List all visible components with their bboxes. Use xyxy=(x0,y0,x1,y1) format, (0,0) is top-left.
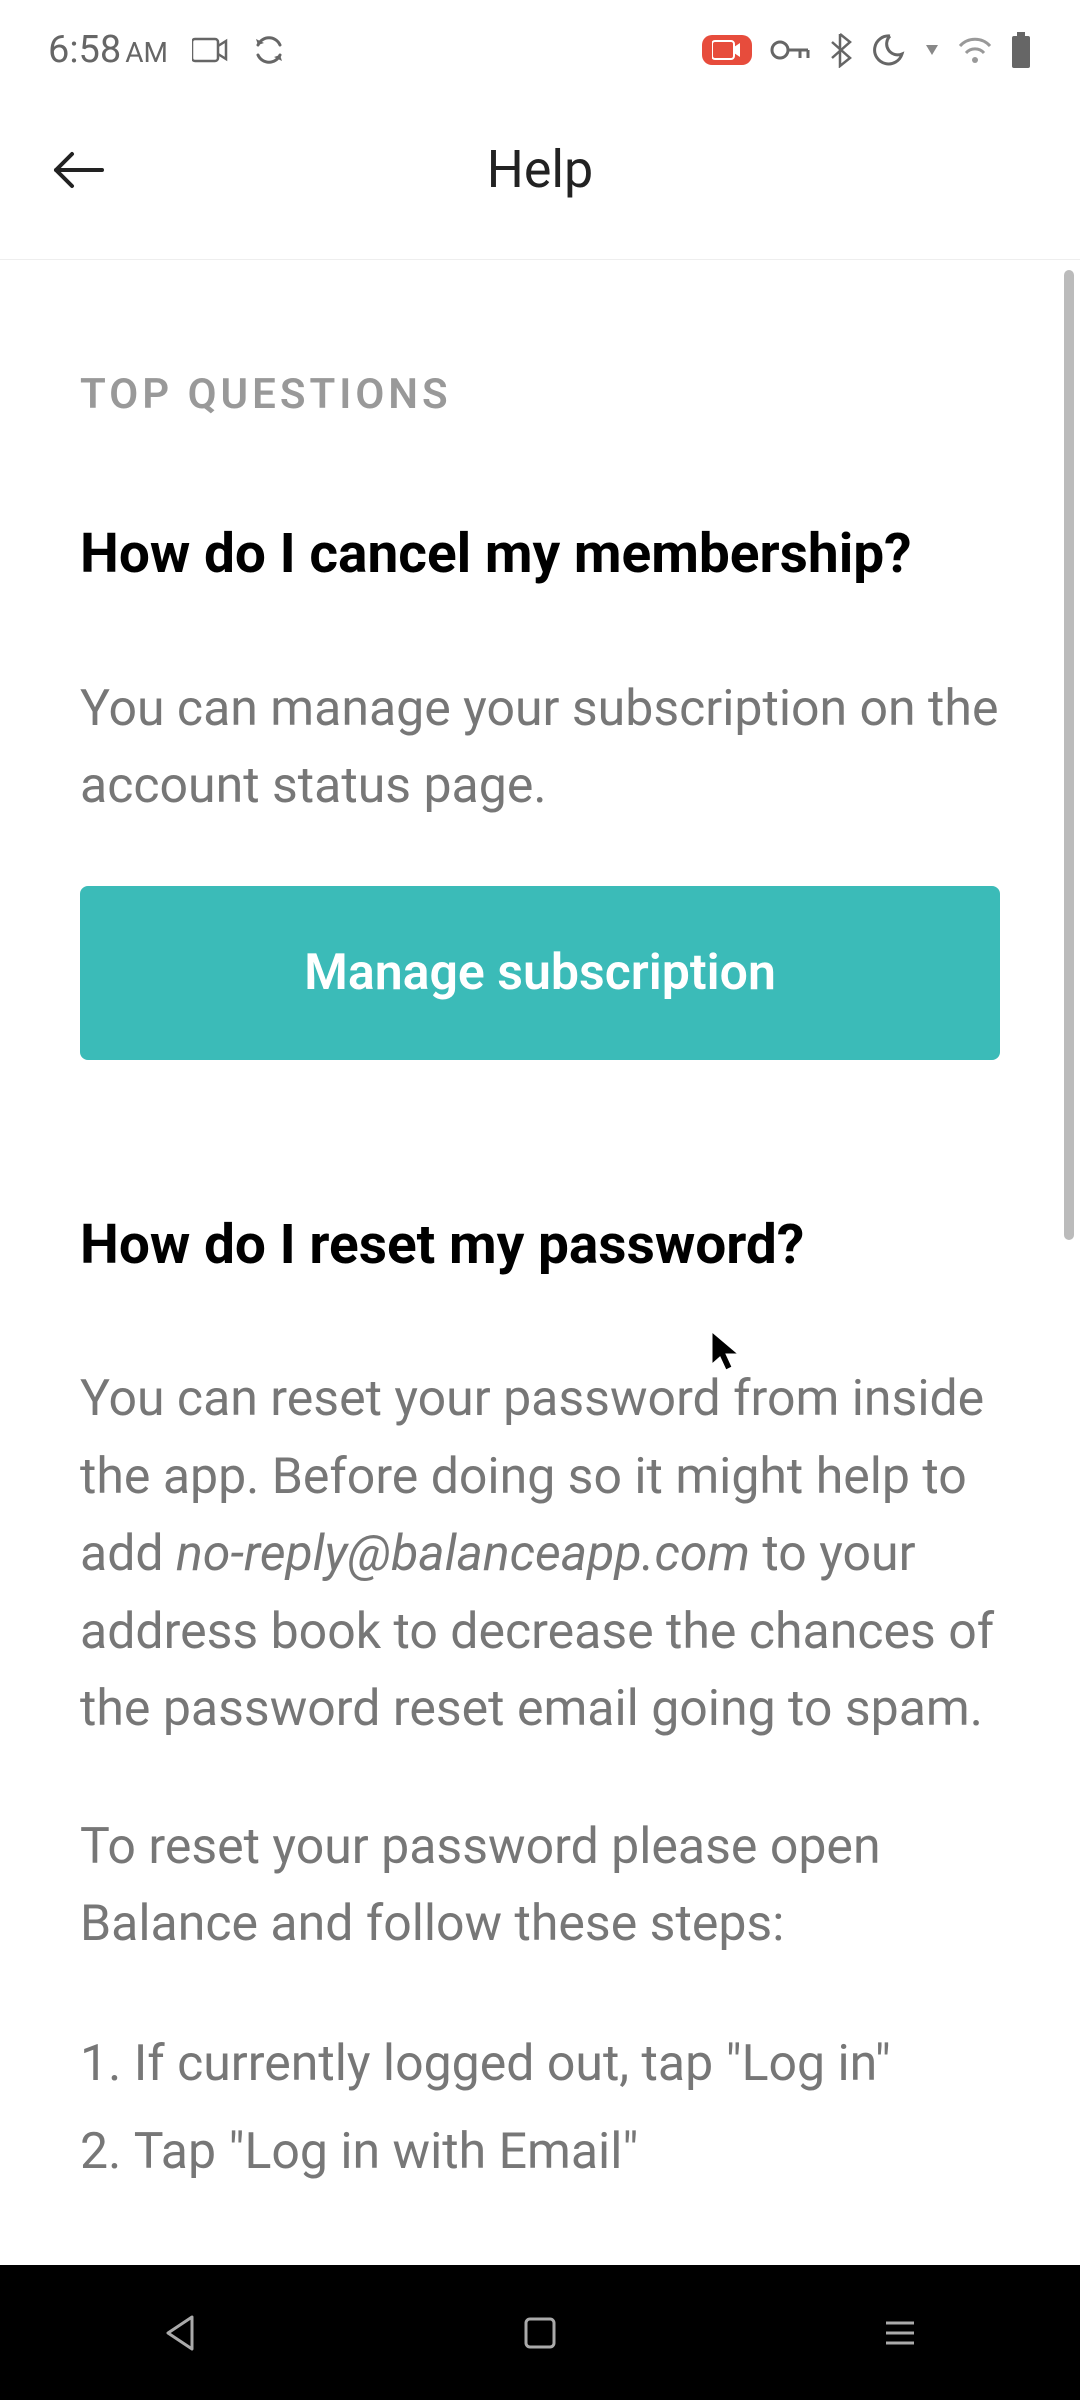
video-icon xyxy=(192,37,228,63)
moon-icon xyxy=(870,32,906,68)
nav-recents-button[interactable] xyxy=(870,2303,930,2363)
question-1-body: You can manage your subscription on the … xyxy=(80,671,1000,826)
square-home-icon xyxy=(522,2315,558,2351)
back-button[interactable] xyxy=(48,140,108,200)
question-2-body-1: You can reset your password from inside … xyxy=(80,1361,1000,1749)
list-item: Tap "Log in with Email" xyxy=(80,2112,1000,2192)
arrow-left-icon xyxy=(50,148,106,192)
support-email: no-reply@balanceapp.com xyxy=(176,1525,750,1583)
status-bar: 6:58AM xyxy=(0,0,1080,100)
record-badge-icon xyxy=(702,35,752,65)
page-title: Help xyxy=(48,139,1032,200)
signal-down-icon xyxy=(924,41,940,59)
sync-icon xyxy=(252,33,286,67)
manage-subscription-button[interactable]: Manage subscription xyxy=(80,886,1000,1060)
key-icon xyxy=(770,38,810,62)
question-1-title: How do I cancel my membership? xyxy=(80,519,1000,591)
reset-steps-list: If currently logged out, tap "Log in" Ta… xyxy=(80,2024,1000,2192)
navigation-bar xyxy=(0,2265,1080,2400)
section-label: TOP QUESTIONS xyxy=(80,370,1000,419)
app-header: Help xyxy=(0,100,1080,260)
status-left: 6:58AM xyxy=(48,28,286,72)
list-item: If currently logged out, tap "Log in" xyxy=(80,2024,1000,2104)
nav-back-button[interactable] xyxy=(150,2303,210,2363)
bluetooth-icon xyxy=(828,32,852,68)
status-right xyxy=(702,32,1032,68)
nav-home-button[interactable] xyxy=(510,2303,570,2363)
question-2-title: How do I reset my password? xyxy=(80,1210,1000,1282)
wifi-icon xyxy=(958,36,992,64)
battery-icon xyxy=(1010,32,1032,68)
triangle-back-icon xyxy=(162,2313,198,2353)
hamburger-recents-icon xyxy=(882,2317,918,2349)
question-2-body-2: To reset your password please open Balan… xyxy=(80,1809,1000,1964)
status-time: 6:58AM xyxy=(48,28,168,72)
help-content: TOP QUESTIONS How do I cancel my members… xyxy=(0,260,1080,2192)
